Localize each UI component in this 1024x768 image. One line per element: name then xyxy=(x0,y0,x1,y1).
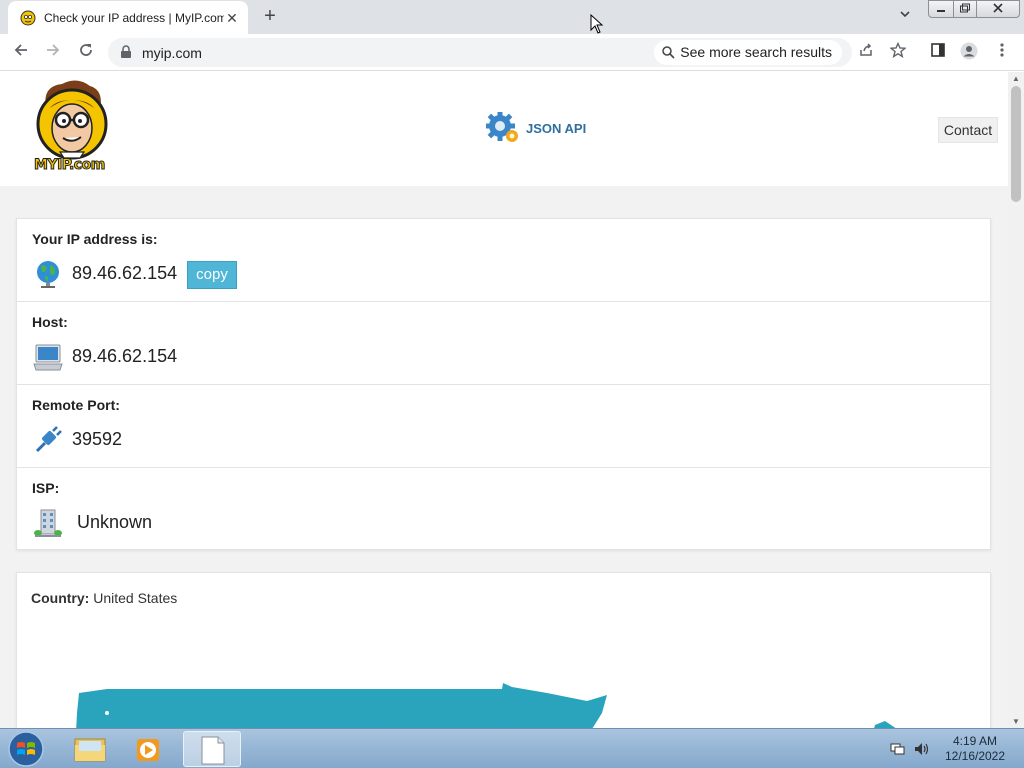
clock-date: 12/16/2022 xyxy=(944,749,1006,763)
taskbar-active-app[interactable] xyxy=(183,731,241,767)
building-icon xyxy=(34,509,62,537)
tab-title: Check your IP address | MyIP.com xyxy=(44,10,224,25)
close-window-button[interactable] xyxy=(976,0,1020,18)
browser-toolbar: myip.com See more search results xyxy=(0,34,1024,71)
ip-address-label: Your IP address is: xyxy=(32,231,158,247)
new-tab-icon[interactable]: + xyxy=(260,6,280,26)
remote-port-row: Remote Port: 39592 xyxy=(17,385,990,468)
site-header: MYIP.com JSON API Contact xyxy=(0,72,1008,186)
contact-button[interactable]: Contact xyxy=(938,117,998,143)
profile-icon[interactable] xyxy=(958,42,980,64)
back-icon[interactable] xyxy=(10,42,32,64)
network-icon[interactable] xyxy=(890,742,906,756)
share-icon[interactable] xyxy=(855,42,877,64)
isp-value: Unknown xyxy=(77,512,153,532)
country-card: Country: United States xyxy=(16,572,991,728)
volume-icon[interactable] xyxy=(914,742,930,756)
mouse-cursor-icon xyxy=(590,14,604,34)
search-suggestion-label: See more search results xyxy=(680,44,832,60)
ip-address-row: Your IP address is: 89.46.62.154 copy xyxy=(17,219,990,302)
blank-document-icon xyxy=(201,736,225,765)
plug-icon xyxy=(35,426,62,453)
host-row: Host: 89.46.62.154 xyxy=(17,302,990,385)
myip-favicon-icon xyxy=(20,10,36,25)
tab-strip: Check your IP address | MyIP.com ✕ + xyxy=(0,0,1024,34)
ip-address-value: 89.46.62.154 xyxy=(72,263,178,283)
web-page: MYIP.com JSON API Contact Your IP addres… xyxy=(0,72,1008,728)
isp-label: ISP: xyxy=(32,480,60,496)
copy-button[interactable]: copy xyxy=(187,261,237,289)
taskbar-media-player[interactable] xyxy=(121,731,179,767)
json-api-link[interactable]: JSON API xyxy=(486,112,586,144)
remote-port-value: 39592 xyxy=(72,429,123,449)
computer-icon xyxy=(33,344,63,371)
side-panel-icon[interactable] xyxy=(927,42,949,64)
search-suggestion-chip[interactable]: See more search results xyxy=(654,40,842,65)
logo-wordmark: MYIP.com xyxy=(34,157,106,174)
country-value: United States xyxy=(93,590,178,606)
clock-time: 4:19 AM xyxy=(952,734,998,748)
browser-tab[interactable]: Check your IP address | MyIP.com ✕ xyxy=(8,1,248,34)
country-line: Country: United States xyxy=(31,590,177,606)
ip-info-card: Your IP address is: 89.46.62.154 copy Ho… xyxy=(16,218,991,550)
start-button-icon[interactable] xyxy=(6,731,46,767)
tab-close-icon[interactable]: ✕ xyxy=(224,10,240,26)
address-bar[interactable]: myip.com See more search results xyxy=(108,38,852,67)
url-text[interactable]: myip.com xyxy=(142,45,202,61)
globe-icon xyxy=(37,261,59,288)
remote-port-label: Remote Port: xyxy=(32,397,120,413)
scroll-up-icon[interactable]: ▲ xyxy=(1012,74,1020,83)
page-scrollbar[interactable]: ▲ ▼ xyxy=(1008,72,1024,728)
search-icon xyxy=(662,46,675,59)
system-clock[interactable]: 4:19 AM 12/16/2022 xyxy=(938,734,1012,764)
menu-icon[interactable] xyxy=(991,42,1013,64)
json-api-label: JSON API xyxy=(526,120,587,136)
isp-row: ISP: Unknown xyxy=(17,468,990,551)
forward-icon[interactable] xyxy=(42,42,64,64)
minimize-button[interactable] xyxy=(928,0,954,18)
host-value: 89.46.62.154 xyxy=(72,346,178,366)
lock-icon xyxy=(121,45,131,58)
taskbar: 4:19 AM 12/16/2022 xyxy=(0,728,1024,768)
folder-icon xyxy=(74,738,106,762)
country-label: Country: xyxy=(31,590,90,606)
media-player-icon xyxy=(137,739,159,761)
scroll-down-icon[interactable]: ▼ xyxy=(1012,717,1020,726)
country-map xyxy=(76,683,896,728)
host-label: Host: xyxy=(32,314,68,330)
gear-icon xyxy=(486,112,518,142)
scrollbar-thumb[interactable] xyxy=(1011,86,1021,202)
reload-icon[interactable] xyxy=(75,42,97,64)
tab-search-icon[interactable] xyxy=(896,8,914,26)
taskbar-explorer[interactable] xyxy=(61,731,119,767)
bookmark-star-icon[interactable] xyxy=(887,41,909,64)
restore-button[interactable] xyxy=(953,0,977,18)
